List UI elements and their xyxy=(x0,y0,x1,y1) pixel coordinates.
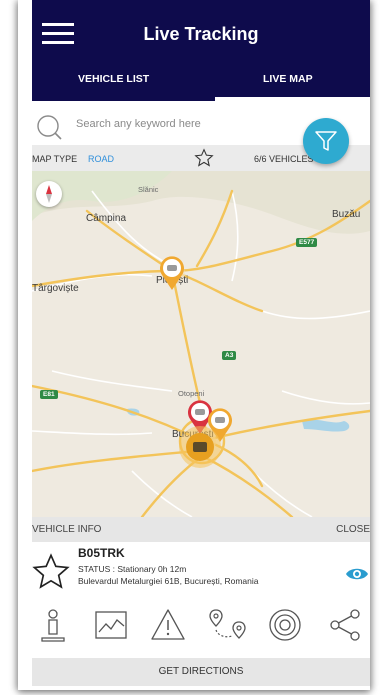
favorite-star-icon[interactable] xyxy=(31,552,71,592)
map-label-buzau: Buzău xyxy=(332,209,361,220)
map-label-campina: Câmpina xyxy=(86,213,127,224)
map-label-targoviste: Târgoviște xyxy=(32,283,79,294)
vehicle-info-title: VEHICLE INFO xyxy=(32,524,102,535)
vehicle-status: STATUS : Stationary 0h 12m xyxy=(78,564,187,574)
vehicle-info-header: VEHICLE INFO CLOSE xyxy=(32,517,370,542)
action-bar xyxy=(32,602,370,652)
filter-funnel-icon xyxy=(315,131,337,151)
road-badge-e81: E81 xyxy=(40,390,58,399)
road-badge-e577: E577 xyxy=(296,238,318,247)
star-icon[interactable] xyxy=(194,148,214,168)
close-button[interactable]: CLOSE xyxy=(336,524,370,535)
vehicle-card: B05TRK STATUS : Stationary 0h 12m Buleva… xyxy=(32,542,370,598)
active-tab-indicator xyxy=(215,97,370,101)
app-frame: Live Tracking VEHICLE LIST LIVE MAP MAP … xyxy=(18,0,370,690)
get-directions-button[interactable]: GET DIRECTIONS xyxy=(32,658,370,686)
filter-button[interactable] xyxy=(303,118,349,164)
page-title: Live Tracking xyxy=(143,24,259,44)
geofence-icon[interactable] xyxy=(268,608,302,642)
map-type-selector[interactable]: ROAD xyxy=(88,154,114,164)
map-label-otopeni: Otopeni xyxy=(178,389,205,398)
tab-live-map[interactable]: LIVE MAP xyxy=(263,73,313,85)
vehicle-address: Bulevardul Metalurgiei 61B, București, R… xyxy=(78,576,259,586)
map-label-slanic: Slănic xyxy=(138,185,159,194)
vehicle-plate: B05TRK xyxy=(78,546,125,560)
road-badge-a3: A3 xyxy=(222,351,237,360)
compass-icon[interactable] xyxy=(36,181,62,207)
tab-vehicle-list[interactable]: VEHICLE LIST xyxy=(78,73,149,85)
vehicle-count: 6/6 VEHICLES xyxy=(254,154,314,164)
live-map[interactable]: Slănic Câmpina Buzău Ploiești Târgoviște… xyxy=(32,171,370,517)
chart-icon[interactable] xyxy=(94,608,128,642)
search-input[interactable] xyxy=(74,117,298,131)
alert-icon[interactable] xyxy=(150,608,186,642)
app-header: Live Tracking VEHICLE LIST LIVE MAP xyxy=(32,0,370,101)
route-icon[interactable] xyxy=(208,608,248,642)
driver-icon[interactable] xyxy=(38,608,68,644)
map-type-label: MAP TYPE xyxy=(32,154,78,164)
search-icon[interactable] xyxy=(36,114,62,140)
vehicle-cluster-marker[interactable] xyxy=(178,425,222,474)
vehicle-marker[interactable] xyxy=(158,255,186,296)
eye-icon[interactable] xyxy=(345,566,369,582)
share-icon[interactable] xyxy=(328,608,362,642)
